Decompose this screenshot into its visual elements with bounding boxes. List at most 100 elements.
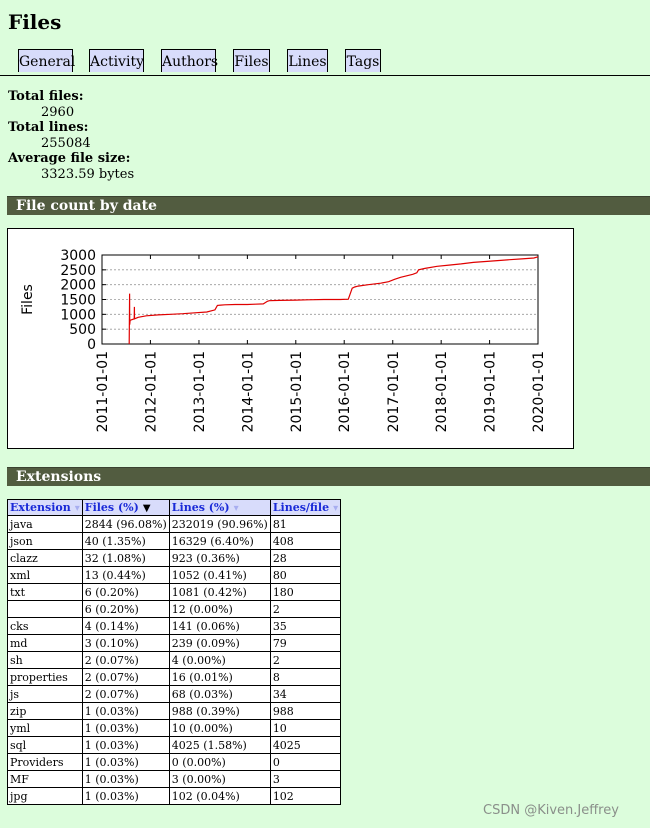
cell-files: 1 (0.03%) [81,702,170,720]
y-tick-label: 1000 [60,307,96,323]
extensions-table-body: java 2844 (96.08%) 232019 (90.96%) 81 json 40… [7,515,342,805]
column-header-label: Extension [10,501,71,514]
tab-authors[interactable]: Authors [161,49,218,72]
cell-lines-per-file: 3 [269,770,342,788]
column-header-label: Lines (%) [171,501,230,514]
tab-lines[interactable]: Lines [287,49,328,72]
tab-files[interactable]: Files [233,49,270,72]
cell-lines: 1081 (0.42%) [168,583,271,601]
table-row: 6 (0.20%) 12 (0.00%) 2 [7,600,342,618]
cell-lines-per-file: 79 [269,634,342,652]
y-tick-label: 2500 [60,263,96,279]
column-header-label: Lines/file [272,501,330,514]
nav-tabs: General Activity Authors Files Lines Tag… [0,49,650,76]
cell-files: 40 (1.35%) [81,532,170,550]
cell-lines: 10 (0.00%) [168,719,271,737]
cell-lines: 68 (0.03%) [168,685,271,703]
section-header-file-count: File count by date [7,196,650,215]
table-row: yml 1 (0.03%) 10 (0.00%) 10 [7,719,342,737]
cell-lines-per-file: 80 [269,566,342,584]
cell-lines-per-file: 4025 [269,736,342,754]
y-axis-label: Files [20,284,36,315]
cell-files: 6 (0.20%) [81,600,170,618]
cell-lines: 16 (0.01%) [168,668,271,686]
file-stats: Total files: 2960 Total lines: 255084 Av… [8,89,134,182]
cell-extension: cks [7,617,83,635]
table-row: jpg 1 (0.03%) 102 (0.04%) 102 [7,787,342,805]
x-tick-label: 2015-01-01 [289,351,305,432]
cell-lines: 16329 (6.40%) [168,532,271,550]
tab-tags[interactable]: Tags [345,49,381,72]
cell-lines: 0 (0.00%) [168,753,271,771]
cell-extension: sh [7,651,83,669]
cell-extension: properties [7,668,83,686]
cell-extension: txt [7,583,83,601]
cell-lines-per-file: 34 [269,685,342,703]
cell-lines: 4 (0.00%) [168,651,271,669]
triangle-down-icon: ▼ [142,503,151,514]
cell-lines: 923 (0.36%) [168,549,271,567]
tab-general[interactable]: General [18,49,75,72]
avg-size-value: 3323.59 bytes [41,166,135,182]
table-row: cks 4 (0.14%) 141 (0.06%) 35 [7,617,342,635]
table-row: md 3 (0.10%) 239 (0.09%) 79 [7,634,342,652]
y-tick-label: 0 [87,337,96,353]
table-row: json 40 (1.35%) 16329 (6.40%) 408 [7,532,342,550]
cell-lines-per-file: 0 [269,753,342,771]
table-row: sql 1 (0.03%) 4025 (1.58%) 4025 [7,736,342,754]
cell-files: 1 (0.03%) [81,719,170,737]
cell-lines: 12 (0.00%) [168,600,271,618]
total-lines-label: Total lines: [8,120,89,135]
cell-extension: xml [7,566,83,584]
table-row: js 2 (0.07%) 68 (0.03%) 34 [7,685,342,703]
cell-lines-per-file: 81 [269,515,342,533]
column-header-files[interactable]: Files (%) ▼ [81,499,170,516]
cell-files: 1 (0.03%) [81,736,170,754]
cell-lines-per-file: 28 [269,549,342,567]
table-row: txt 6 (0.20%) 1081 (0.42%) 180 [7,583,342,601]
x-tick-label: 2013-01-01 [192,351,208,432]
table-row: Providers 1 (0.03%) 0 (0.00%) 0 [7,753,342,771]
cell-extension: zip [7,702,83,720]
cell-lines: 4025 (1.58%) [168,736,271,754]
column-header-label: Files (%) [84,501,139,514]
cell-files: 3 (0.10%) [81,634,170,652]
cell-extension: jpg [7,787,83,805]
table-row: MF 1 (0.03%) 3 (0.00%) 3 [7,770,342,788]
x-tick-label: 2012-01-01 [143,351,159,432]
cell-lines: 141 (0.06%) [168,617,271,635]
cell-lines-per-file: 102 [269,787,342,805]
extensions-table: Extension ▾ Files (%) ▼ Lines (%) ▾ Lines/f… [7,499,342,805]
cell-lines-per-file: 35 [269,617,342,635]
table-header-row: Extension ▾ Files (%) ▼ Lines (%) ▾ Lines/f… [7,499,342,516]
cell-files: 6 (0.20%) [81,583,170,601]
cell-extension: yml [7,719,83,737]
page-title: Files [8,10,62,34]
cell-lines-per-file: 408 [269,532,342,550]
avg-size-label: Average file size: [8,151,131,166]
cell-lines-per-file: 2 [269,651,342,669]
cell-lines: 102 (0.04%) [168,787,271,805]
table-row: sh 2 (0.07%) 4 (0.00%) 2 [7,651,342,669]
cell-lines-per-file: 8 [269,668,342,686]
column-header-lines[interactable]: Lines (%) ▾ [168,499,271,516]
y-tick-label: 500 [69,322,96,338]
cell-extension: Providers [7,753,83,771]
file-count-chart: 0 500 1000 1500 2000 2500 3000 2011-01-01 2012-0… [7,228,574,449]
cell-files: 4 (0.14%) [81,617,170,635]
x-tick-label: 2020-01-01 [531,351,547,432]
column-header-lines-per-file[interactable]: Lines/file ▾ [269,499,342,516]
table-row: properties 2 (0.07%) 16 (0.01%) 8 [7,668,342,686]
sort-indicator-icon: ▾ [233,503,239,514]
cell-extension: json [7,532,83,550]
tab-activity[interactable]: Activity [89,49,144,72]
column-header-extension[interactable]: Extension ▾ [7,499,83,516]
cell-lines-per-file: 2 [269,600,342,618]
file-count-chart-svg: 050010001500200025003000 2011-01-01 2012-0… [20,248,547,432]
y-tick-label: 3000 [60,248,96,264]
watermark: CSDN @Kiven.Jeffrey [483,803,619,818]
y-tick-label: 2000 [60,278,96,294]
cell-lines: 232019 (90.96%) [168,515,271,533]
cell-files: 2 (0.07%) [81,668,170,686]
cell-files: 1 (0.03%) [81,753,170,771]
